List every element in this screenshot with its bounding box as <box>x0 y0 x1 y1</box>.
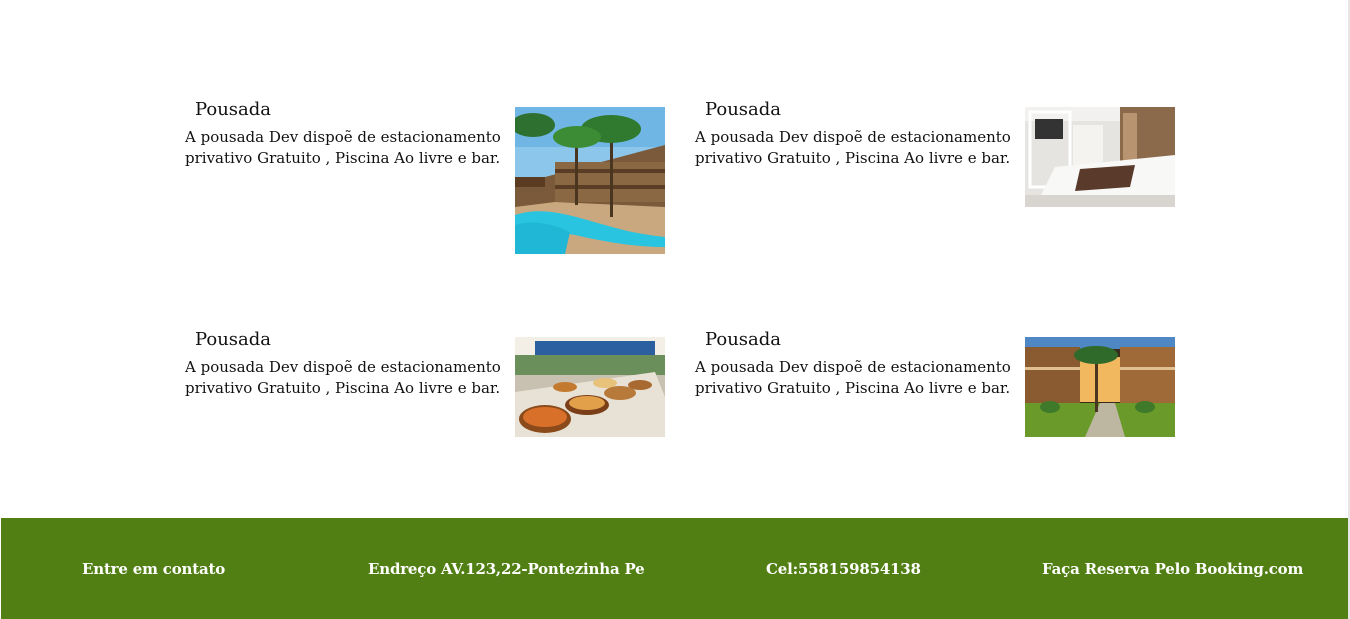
footer: Entre em contato Endreço AV.123,22-Ponte… <box>1 518 1348 619</box>
card-pousada-courtyard: Pousada A pousada Dev dispoẽ de estacion… <box>695 329 1185 479</box>
footer-booking-link[interactable]: Faça Reserva Pelo Booking.com <box>1042 558 1303 580</box>
card-description: A pousada Dev dispoẽ de estacionamento p… <box>695 358 1011 397</box>
card-title: Pousada <box>705 99 782 120</box>
card-description: A pousada Dev dispoẽ de estacionamento p… <box>695 128 1011 167</box>
card-description: A pousada Dev dispoẽ de estacionamento p… <box>185 358 501 397</box>
footer-phone[interactable]: Cel:558159854138 <box>766 558 921 580</box>
card-pousada-pool: Pousada A pousada Dev dispoẽ de estacion… <box>185 99 675 254</box>
footer-address: Endreço AV.123,22-Pontezinha Pe <box>368 560 645 578</box>
courtyard-garden-photo <box>1025 337 1175 437</box>
card-title: Pousada <box>705 329 782 350</box>
card-description: A pousada Dev dispoẽ de estacionamento p… <box>185 128 501 167</box>
breakfast-buffet-photo <box>515 337 665 437</box>
card-title: Pousada <box>195 99 272 120</box>
pool-resort-photo <box>515 107 665 254</box>
card-pousada-buffet: Pousada A pousada Dev dispoẽ de estacion… <box>185 329 675 479</box>
hotel-room-photo <box>1025 107 1175 207</box>
page: Pousada A pousada Dev dispoẽ de estacion… <box>0 0 1350 619</box>
card-title: Pousada <box>195 329 272 350</box>
footer-contact-link[interactable]: Entre em contato <box>82 558 225 580</box>
card-pousada-room: Pousada A pousada Dev dispoẽ de estacion… <box>695 99 1185 249</box>
